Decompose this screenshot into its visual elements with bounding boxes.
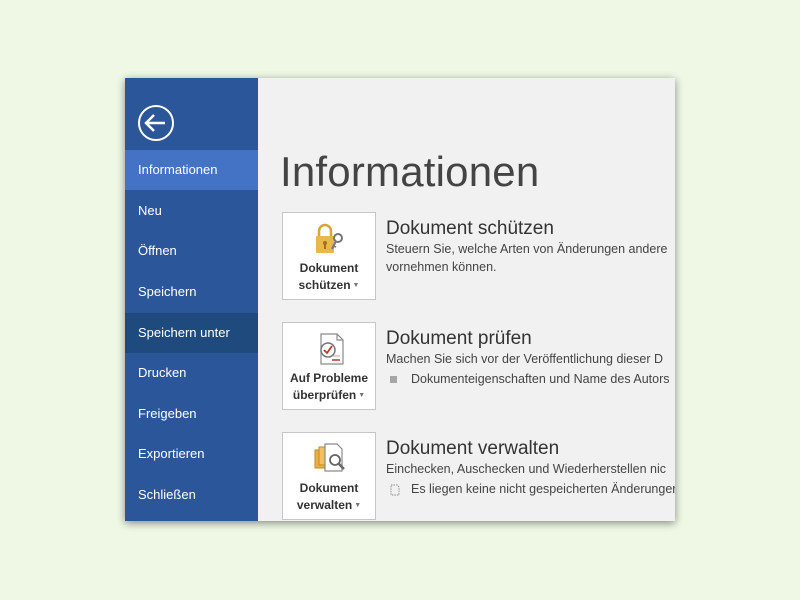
sidebar-item-exportieren[interactable]: Exportieren: [125, 434, 258, 474]
sidebar-item-schliessen[interactable]: Schließen: [125, 475, 258, 515]
backstage-window: Informationen Neu Öffnen Speichern Speic…: [125, 78, 675, 521]
section-title-protect: Dokument schützen: [386, 218, 554, 239]
back-arrow-icon[interactable]: [137, 104, 175, 142]
dropdown-caret-icon: ▼: [352, 282, 360, 290]
inspect-document-icon: [320, 333, 344, 365]
section-desc-manage: Einchecken, Auschecken und Wiederherstel…: [386, 462, 667, 476]
tile-label-line2: überprüfen: [292, 388, 357, 402]
tile-label-line1: Dokument: [299, 481, 359, 495]
bullet-text: Es liegen keine nicht gespeicherten Ände…: [411, 482, 675, 496]
manage-document-button[interactable]: Dokument verwalten ▼: [282, 432, 376, 520]
page-title: Informationen: [280, 148, 540, 195]
backstage-content: Informationen Dokument schützen ▼ Dokumen…: [258, 78, 675, 521]
section-desc-inspect: Machen Sie sich vor der Veröffentlichung…: [386, 352, 664, 366]
sidebar-item-oeffnen[interactable]: Öffnen: [125, 231, 258, 271]
section-title-inspect: Dokument prüfen: [386, 328, 532, 349]
bullet-square-icon: [390, 376, 397, 384]
bullet-item-inspect: Dokumenteigenschaften und Name des Autor…: [390, 372, 670, 386]
sidebar-item-informationen[interactable]: Informationen: [125, 150, 258, 190]
unsaved-document-icon: [390, 484, 400, 496]
bullet-item-manage: Es liegen keine nicht gespeicherten Ände…: [390, 482, 675, 496]
sidebar-item-speichern-unter[interactable]: Speichern unter: [125, 313, 258, 353]
section-desc-protect: Steuern Sie, welche Arten von Änderungen…: [386, 242, 668, 256]
sidebar-item-freigeben[interactable]: Freigeben: [125, 394, 258, 434]
sidebar-item-speichern[interactable]: Speichern: [125, 272, 258, 312]
check-for-issues-button[interactable]: Auf Probleme überprüfen ▼: [282, 322, 376, 410]
bullet-text: Dokumenteigenschaften und Name des Autor…: [411, 372, 670, 386]
section-desc-protect-2: vornehmen können.: [386, 260, 497, 274]
tile-label-line1: Dokument: [299, 261, 359, 275]
tile-label-line2: schützen: [298, 278, 351, 292]
lock-key-icon: [316, 223, 343, 253]
tile-label-line2: verwalten: [296, 498, 353, 512]
section-title-manage: Dokument verwalten: [386, 438, 560, 459]
manage-documents-icon: [314, 443, 345, 472]
sidebar-item-drucken[interactable]: Drucken: [125, 353, 258, 393]
protect-document-button[interactable]: Dokument schützen ▼: [282, 212, 376, 300]
tile-label-line1: Auf Probleme: [289, 371, 368, 385]
backstage-sidebar: Informationen Neu Öffnen Speichern Speic…: [125, 78, 258, 521]
dropdown-caret-icon: ▼: [354, 502, 362, 510]
sidebar-item-neu[interactable]: Neu: [125, 191, 258, 231]
dropdown-caret-icon: ▼: [358, 392, 366, 400]
